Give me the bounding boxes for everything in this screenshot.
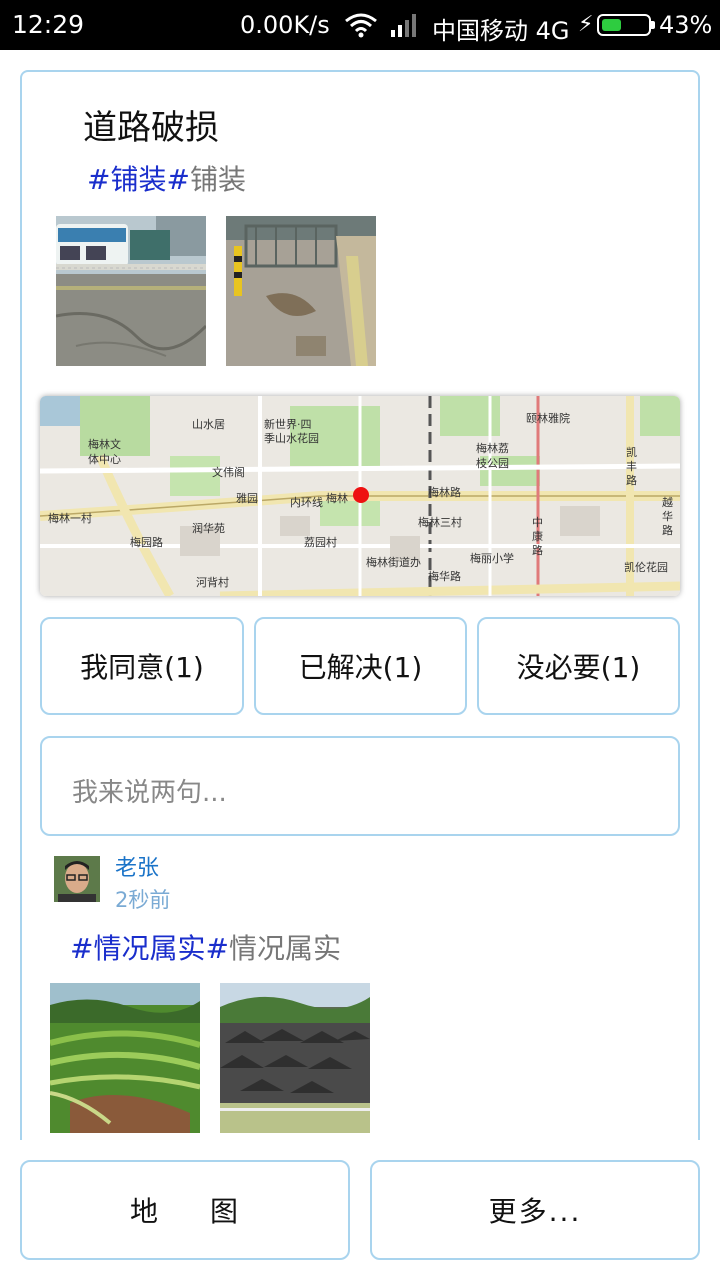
more-button[interactable]: 更多... (370, 1160, 700, 1260)
map-label: 梅林街道办 (366, 555, 421, 569)
comment-time: 2秒前 (115, 888, 171, 912)
location-pin (353, 487, 369, 503)
battery-percent: 43% (659, 11, 713, 39)
network-speed: 0.00K/s (240, 11, 330, 39)
battery-level (602, 19, 621, 31)
map-label: 梅丽小学 (470, 551, 514, 565)
map-label: 路 (626, 474, 637, 487)
wifi-icon (345, 13, 377, 38)
post-title: 道路破损 (83, 108, 219, 148)
map-label: 梅林三村 (418, 515, 462, 529)
map-label: 山水居 (192, 418, 225, 431)
comment-photo-1[interactable] (50, 983, 200, 1133)
map-label: 雅园 (236, 491, 258, 505)
charging-icon: ⚡ (578, 12, 594, 37)
map-label: 越 (662, 495, 673, 509)
map-label: 润华苑 (192, 521, 225, 535)
comment-user-name[interactable]: 老张 (115, 850, 159, 882)
avatar[interactable] (54, 856, 100, 902)
map-label: 新世界·四 (264, 417, 312, 431)
map-label: 路 (662, 524, 673, 537)
battery-icon (597, 14, 655, 36)
carrier-name: 中国移动 4G (432, 17, 570, 45)
map-label: 荔园村 (304, 535, 337, 549)
map-button-label-2: 图 (210, 1195, 241, 1228)
signal-icon (391, 14, 416, 37)
map-label: 体中心 (88, 452, 121, 466)
map-label: 康 (532, 529, 543, 543)
post-photo-1[interactable] (56, 216, 206, 366)
map-label: 梅华路 (428, 569, 461, 583)
map-label: 华 (662, 509, 673, 523)
map-label: 梅园路 (130, 535, 163, 549)
battery-nub (651, 21, 655, 29)
map-label: 梅林荔 (476, 441, 509, 455)
map-label: 河背村 (196, 575, 229, 589)
map-label: 中 (532, 516, 543, 529)
map-button[interactable]: 地图 (20, 1160, 350, 1260)
comment-tag-link[interactable]: #情况属实# (70, 932, 229, 965)
map-label: 颐林雅院 (526, 411, 570, 425)
status-time: 12:29 (12, 10, 85, 39)
status-bar: 12:29 0.00K/s 中国移动 4G ⚡ 43% (0, 0, 720, 50)
map-label: 梅林一村 (48, 511, 92, 525)
map-label: 梅林文 (88, 437, 121, 451)
map-button-label-1: 地 (129, 1195, 160, 1228)
solved-button[interactable]: 已解决(1) (254, 617, 467, 715)
comment-input[interactable]: 我来说两句... (40, 736, 680, 836)
map-label: 枝公园 (476, 456, 509, 470)
map-label: 季山水花园 (264, 432, 319, 445)
map-label: 凯伦花园 (624, 560, 668, 574)
comment-tagline: #情况属实#情况属实 (70, 927, 341, 967)
map-label: 文伟阁 (212, 465, 245, 479)
post-tag-link[interactable]: #铺装# (87, 163, 190, 196)
map-label: 凯 (626, 446, 637, 459)
location-map[interactable]: 山水居 新世界·四 季山水花园 颐林雅院 梅林文 体中心 文伟阁 梅林荔 枝公园凯丰路雅园 梅林路… (40, 396, 680, 596)
map-label: 路 (532, 544, 543, 557)
comment-placeholder: 我来说两句... (72, 778, 227, 808)
map-label: 梅林 (326, 491, 348, 505)
post-tag-text: 铺装 (189, 163, 246, 196)
post-tagline: #铺装#铺装 (87, 158, 246, 198)
agree-button[interactable]: 我同意(1) (40, 617, 244, 715)
comment-photo-2[interactable] (220, 983, 370, 1133)
map-label: 内环线 (290, 495, 323, 509)
unnecessary-button[interactable]: 没必要(1) (477, 617, 680, 715)
comment-tag-text: 情况属实 (228, 932, 341, 965)
post-photo-2[interactable] (226, 216, 376, 366)
map-label: 丰 (626, 460, 637, 473)
map-label: 梅林路 (428, 485, 461, 499)
